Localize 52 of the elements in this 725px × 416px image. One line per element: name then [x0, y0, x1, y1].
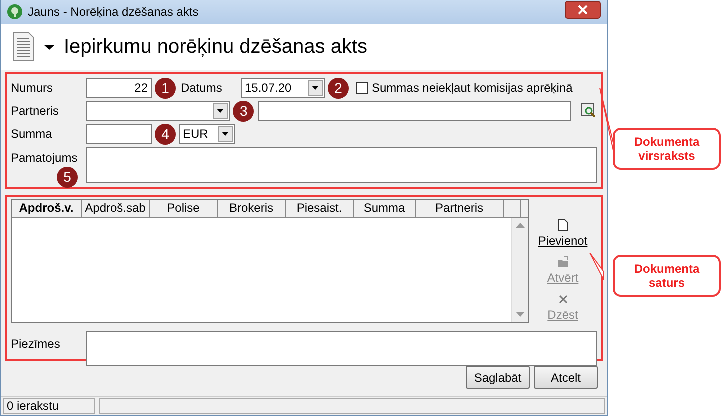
field-label: Partneris [11, 103, 60, 120]
callout: Dokumenta saturs [613, 255, 721, 297]
column-header[interactable]: Piesaist. [286, 200, 354, 217]
column-header[interactable]: Brokeris [218, 200, 286, 217]
action-button[interactable]: Pievienot [538, 219, 588, 250]
column-header[interactable]: Apdroš.sab [82, 200, 150, 217]
scrollbar[interactable] [511, 218, 528, 322]
field-label: Summa [11, 126, 54, 143]
date-value: 15.07.20 [245, 80, 292, 97]
partner-name-field[interactable] [258, 101, 571, 121]
window-title: Jauns - Norēķina dzēšanas akts [28, 4, 199, 21]
dropdown-button[interactable] [308, 80, 323, 96]
column-header[interactable]: Apdroš.v. [12, 200, 82, 217]
dialog-button[interactable]: Atcelt [534, 366, 598, 389]
field-label: Pamatojums [11, 150, 78, 167]
status-text: 0 ierakstu [3, 398, 95, 414]
step-marker: 5 [57, 167, 78, 188]
step-marker: 3 [233, 100, 254, 122]
step-marker: 1 [155, 78, 176, 98]
search-icon[interactable] [581, 103, 597, 119]
step-marker: 4 [155, 124, 176, 144]
delete-icon [556, 293, 570, 306]
dialog-button[interactable]: Saglabāt [466, 366, 530, 389]
amount-field[interactable] [86, 124, 152, 144]
justification-field[interactable] [86, 147, 597, 183]
partner-combo[interactable] [86, 101, 230, 121]
field-label: Numurs [11, 80, 54, 97]
currency-value: EUR [183, 126, 208, 143]
dropdown-button[interactable] [213, 103, 228, 119]
caret-icon [222, 132, 229, 136]
caret-icon [312, 86, 319, 90]
caret-icon [217, 109, 224, 113]
app-icon [7, 4, 23, 20]
dropdown-button[interactable] [218, 126, 233, 142]
checkbox[interactable] [356, 82, 368, 94]
close-icon [578, 5, 588, 15]
document-icon [13, 32, 35, 62]
column-header[interactable]: Summa [354, 200, 416, 217]
field-label: Datums [181, 80, 224, 97]
number-field[interactable]: 22 [86, 78, 152, 98]
document-title: Iepirkumu norēķinu dzēšanas akts [64, 35, 368, 60]
step-marker: 2 [328, 78, 349, 98]
field-label: Piezīmes [11, 336, 62, 353]
currency-combo[interactable]: EUR [179, 124, 235, 144]
column-header[interactable]: Partneris [416, 200, 504, 217]
notes-field[interactable] [86, 331, 597, 366]
new-document-icon [556, 219, 570, 232]
folder-icon [556, 256, 570, 269]
date-field[interactable]: 15.07.20 [241, 78, 325, 98]
column-header[interactable]: Polise [150, 200, 218, 217]
close-button[interactable] [565, 1, 601, 19]
checkbox-label: Summas neiekļaut komisijas aprēķinā [372, 80, 573, 97]
